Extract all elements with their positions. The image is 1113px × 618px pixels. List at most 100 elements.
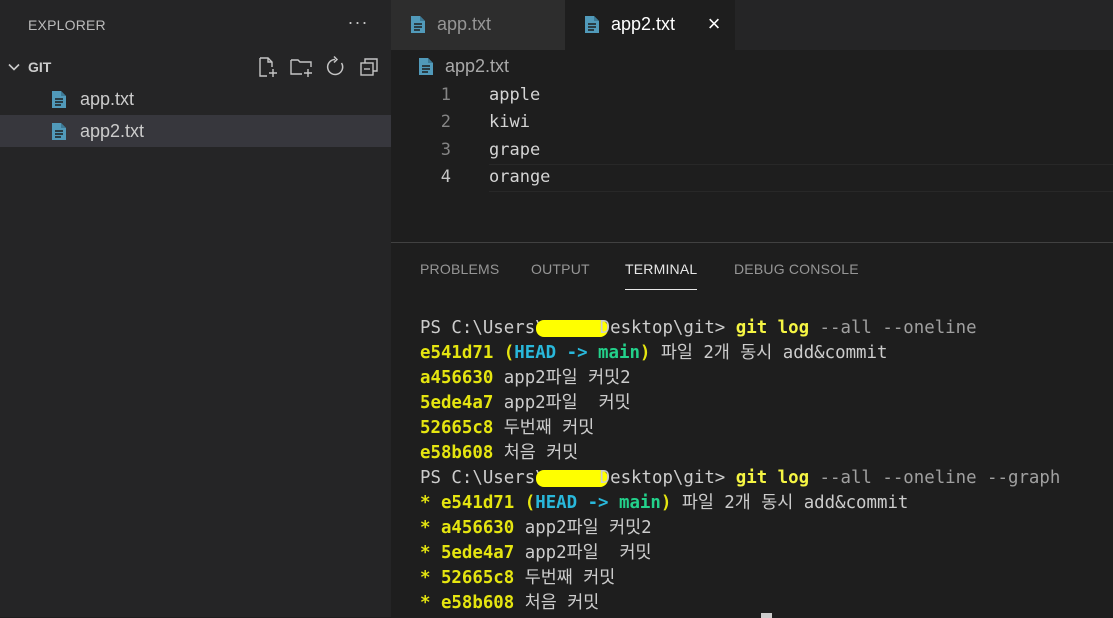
more-actions-button[interactable]: ···: [344, 10, 372, 38]
close-icon[interactable]: ×: [703, 13, 725, 35]
commit-message: 두번째 커밋: [493, 418, 595, 438]
folder-title: GIT: [28, 59, 52, 75]
log-entry: a456630 app2파일 커밋2: [420, 366, 1110, 391]
bottom-panel: PROBLEMS OUTPUT TERMINAL DEBUG CONSOLE P…: [391, 242, 1113, 618]
commit-hash: 52665c8: [440, 568, 515, 588]
head-ref: HEAD ->: [514, 343, 599, 363]
tab-output[interactable]: OUTPUT: [531, 261, 590, 289]
explorer-sidebar: EXPLORER ··· GIT app.txt app2.txt: [0, 0, 391, 617]
tab-app2-txt[interactable]: app2.txt ×: [565, 0, 735, 50]
code-line: 2 kiwi: [391, 109, 1113, 136]
refresh-icon: [326, 55, 344, 76]
commit-message: 파일 2개 동시 add&commit: [650, 343, 888, 363]
graph-marker: *: [420, 568, 441, 588]
code-line: 1 apple: [391, 82, 1113, 109]
editor-tab-bar: app.txt app2.txt ×: [391, 0, 1113, 50]
new-file-icon: [259, 57, 277, 77]
commit-hash: e58b608: [420, 443, 494, 463]
head-ref: HEAD ->: [535, 493, 619, 513]
command: git log: [735, 318, 820, 338]
explorer-header: EXPLORER ···: [0, 0, 391, 50]
commit-message: app2파일 커밋: [514, 543, 652, 563]
file-text-icon: [52, 123, 66, 140]
graph-marker: *: [420, 543, 441, 563]
line-number: 1: [440, 85, 451, 105]
graph-marker: *: [420, 518, 441, 538]
new-folder-icon: [290, 59, 312, 77]
line-number: 3: [440, 140, 451, 160]
folder-section-header[interactable]: GIT: [0, 52, 391, 82]
log-entry: 52665c8 두번째 커밋: [420, 416, 1110, 441]
log-entry: * 5ede4a7 app2파일 커밋: [420, 541, 1110, 566]
tab-debug-console[interactable]: DEBUG CONSOLE: [734, 261, 859, 289]
file-item-app2-txt[interactable]: app2.txt: [0, 115, 391, 147]
new-file-button[interactable]: [255, 55, 279, 79]
code-line: 3 grape: [391, 137, 1113, 164]
line-text: kiwi: [489, 112, 530, 132]
command-args: --all --oneline --graph: [819, 468, 1061, 488]
file-text-icon: [585, 16, 599, 33]
refresh-button[interactable]: [323, 55, 347, 79]
terminal-prompt-line: PS C:\Users\ Desktop\git> git log --all -…: [420, 466, 1110, 491]
tab-label: app.txt: [437, 14, 492, 34]
current-line-highlight: [489, 164, 1113, 192]
new-folder-button[interactable]: [289, 55, 313, 79]
file-text-icon: [411, 16, 425, 33]
graph-marker: *: [420, 593, 441, 613]
prompt-prefix: PS C:\Users\: [420, 468, 546, 488]
branch-name: main: [618, 493, 661, 513]
redaction-mark: [535, 319, 608, 337]
prompt-path: Desktop\git>: [599, 318, 736, 338]
command: git log: [735, 468, 820, 488]
tab-problems[interactable]: PROBLEMS: [420, 261, 499, 289]
terminal-prompt-line: PS C:\Users\ Desktop\git> git log --all -…: [420, 316, 1110, 341]
terminal-output[interactable]: PS C:\Users\ Desktop\git> git log --all -…: [420, 316, 1110, 616]
code-editor[interactable]: 1 apple 2 kiwi 3 grape 4 orange: [391, 82, 1113, 242]
collapse-all-button[interactable]: [357, 55, 381, 79]
tab-app-txt[interactable]: app.txt: [391, 0, 565, 50]
log-entry: * e541d71 (HEAD -> main) 파일 2개 동시 add&co…: [420, 493, 909, 513]
collapse-all-icon: [360, 58, 378, 76]
log-entry: * 52665c8 두번째 커밋: [420, 566, 1110, 591]
branch-name: main: [598, 343, 640, 363]
commit-hash: 5ede4a7: [440, 543, 515, 563]
explorer-title: EXPLORER: [28, 17, 106, 33]
file-text-icon: [52, 91, 66, 108]
editor-area: app.txt app2.txt × app2.txt 1 apple 2 ki…: [391, 0, 1113, 618]
log-entry: 5ede4a7 app2파일 커밋: [420, 391, 1110, 416]
log-entry: * a456630 app2파일 커밋2: [420, 516, 1110, 541]
breadcrumb-file[interactable]: app2.txt: [445, 56, 509, 77]
line-text: orange: [489, 167, 551, 187]
redaction-mark: [535, 469, 608, 487]
log-entry: e58b608 처음 커밋: [420, 441, 1110, 466]
tab-terminal[interactable]: TERMINAL: [625, 261, 698, 290]
commit-hash: a456630: [440, 518, 515, 538]
commit-message: 처음 커밋: [493, 443, 579, 463]
commit-hash: 5ede4a7: [420, 393, 494, 413]
file-label: app.txt: [80, 89, 135, 109]
prompt-path: Desktop\git>: [599, 468, 736, 488]
file-item-app-txt[interactable]: app.txt: [0, 83, 391, 115]
command-args: --all --oneline: [819, 318, 977, 338]
file-label: app2.txt: [80, 121, 145, 141]
commit-message: 처음 커밋: [514, 593, 600, 613]
prompt-prefix: PS C:\Users\: [420, 318, 546, 338]
commit-message: app2파일 커밋: [493, 393, 631, 413]
commit-hash: 52665c8: [420, 418, 494, 438]
code-line-current: 4 orange: [391, 164, 1113, 192]
line-text: grape: [489, 140, 541, 160]
chevron-down-icon[interactable]: [6, 59, 22, 75]
commit-hash: e541d71: [420, 343, 494, 363]
commit-message: app2파일 커밋2: [514, 518, 652, 538]
graph-marker: *: [420, 493, 441, 513]
file-text-icon: [419, 58, 433, 75]
commit-hash: e541d71: [440, 493, 515, 513]
tab-label: app2.txt: [611, 14, 676, 34]
line-text: apple: [489, 85, 541, 105]
breadcrumb: app2.txt: [391, 52, 1113, 82]
commit-message: 파일 2개 동시 add&commit: [671, 493, 909, 513]
commit-hash: a456630: [420, 368, 494, 388]
terminal-cursor: [761, 613, 772, 618]
log-entry: e541d71 (HEAD -> main) 파일 2개 동시 add&comm…: [420, 343, 888, 363]
line-number: 4: [440, 167, 451, 187]
